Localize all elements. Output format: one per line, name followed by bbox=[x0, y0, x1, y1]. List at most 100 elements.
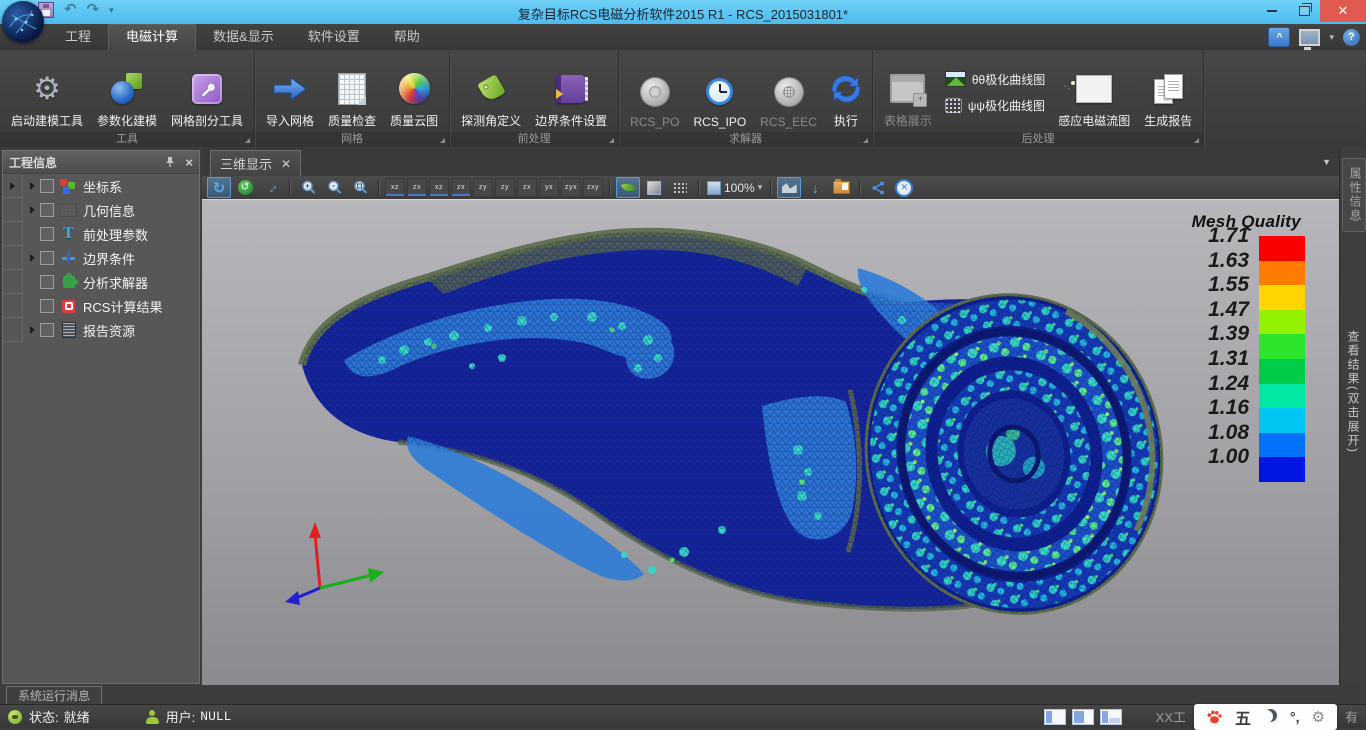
tree-item-coordinate-system[interactable]: 坐标系 bbox=[3, 174, 199, 198]
close-view-button[interactable]: ✕ bbox=[892, 177, 916, 198]
geometry-icon bbox=[60, 204, 77, 217]
app-logo[interactable] bbox=[2, 1, 44, 43]
group-label-preprocess[interactable]: 前处理 bbox=[450, 132, 618, 147]
group-label-postprocess[interactable]: 后处理 bbox=[873, 132, 1203, 147]
parametric-modeling-button[interactable]: 参数化建模 bbox=[90, 52, 164, 132]
3d-model-mesh bbox=[202, 200, 1339, 685]
display-dropdown-icon[interactable]: ▾ bbox=[1329, 32, 1334, 43]
pin-icon[interactable] bbox=[165, 156, 175, 168]
zoom-fit-icon bbox=[353, 180, 368, 195]
launch-modeling-tool-button[interactable]: ⚙ 启动建模工具 bbox=[4, 52, 90, 132]
sidebar-tab-view-results[interactable]: 查看结果(双击展开) bbox=[1345, 330, 1362, 454]
view-orientation-button[interactable]: zy bbox=[473, 178, 493, 197]
system-messages-tab[interactable]: 系统运行消息 bbox=[6, 686, 102, 705]
view-orientation-button[interactable]: zyx bbox=[561, 178, 581, 197]
tree-item-analysis-solver[interactable]: 分析求解器 bbox=[3, 270, 199, 294]
group-label-tools[interactable]: 工具 bbox=[0, 132, 254, 147]
viewport-3d[interactable]: Mesh Quality 1.711.63 1.551.47 1.391.31 … bbox=[202, 199, 1339, 685]
shaded-view-button[interactable] bbox=[642, 177, 666, 198]
snapshot-folder-button[interactable] bbox=[829, 177, 853, 198]
layout-left-panel-icon[interactable] bbox=[1044, 709, 1066, 725]
help-button[interactable]: ? bbox=[1343, 29, 1360, 46]
wireframe-button[interactable] bbox=[668, 177, 692, 198]
checkbox[interactable] bbox=[40, 299, 54, 313]
tree-item-geometry-info[interactable]: 几何信息 bbox=[3, 198, 199, 222]
ime-moon-icon[interactable] bbox=[1260, 710, 1273, 723]
sidebar-tab-properties[interactable]: 属性信息 bbox=[1342, 158, 1366, 232]
tab-em-computation[interactable]: 电磁计算 bbox=[108, 24, 196, 51]
checkbox[interactable] bbox=[40, 179, 54, 193]
view-orientation-button[interactable]: yx bbox=[539, 178, 559, 197]
layout-bottom-panel-icon[interactable] bbox=[1100, 709, 1122, 725]
quality-check-button[interactable]: 质量检查 bbox=[321, 52, 383, 132]
ime-settings-gear-icon[interactable]: ⚙ bbox=[1312, 708, 1325, 726]
view-orientation-button[interactable]: xz bbox=[385, 178, 405, 197]
chevron-right-icon[interactable] bbox=[10, 182, 15, 190]
share-button[interactable] bbox=[866, 177, 890, 198]
restore-button[interactable] bbox=[1288, 0, 1320, 22]
dot-grid-icon bbox=[673, 182, 687, 194]
checkbox[interactable] bbox=[40, 203, 54, 217]
view-orientation-button[interactable]: zx bbox=[407, 178, 427, 197]
chevron-right-icon[interactable] bbox=[30, 326, 35, 334]
clip-view-button[interactable] bbox=[777, 177, 801, 198]
tree-item-preprocess-params[interactable]: T 前处理参数 bbox=[3, 222, 199, 246]
zoom-in-button[interactable]: + bbox=[296, 177, 320, 198]
tab-data-display[interactable]: 数据&显示 bbox=[196, 24, 291, 50]
checkbox[interactable] bbox=[40, 251, 54, 265]
import-mesh-button[interactable]: 导入网格 bbox=[259, 52, 321, 132]
zoom-fit-button[interactable] bbox=[348, 177, 372, 198]
ime-punctuation[interactable]: °, bbox=[1290, 709, 1300, 725]
checkbox[interactable] bbox=[40, 275, 54, 289]
generate-report-button[interactable]: 生成报告 bbox=[1137, 52, 1199, 132]
tree-item-boundary-conditions[interactable]: 边界条件 bbox=[3, 246, 199, 270]
induced-current-map-button[interactable]: 感应电磁流图 bbox=[1051, 52, 1137, 132]
zoom-level-selector[interactable]: 100% ▾ bbox=[705, 177, 764, 198]
checkbox[interactable] bbox=[40, 323, 54, 337]
theta-polarization-chart-button[interactable]: θθ极化曲线图 bbox=[945, 71, 1045, 88]
tree-item-rcs-results[interactable]: RCS计算结果 bbox=[3, 294, 199, 318]
ime-mode[interactable]: 五 bbox=[1235, 705, 1251, 729]
chevron-right-icon[interactable] bbox=[30, 254, 35, 262]
view-orientation-button[interactable]: zy bbox=[495, 178, 515, 197]
boundary-condition-settings-button[interactable]: 边界条件设置 bbox=[528, 52, 614, 132]
view-orientation-button[interactable]: zx bbox=[451, 178, 471, 197]
tag-icon bbox=[477, 74, 506, 103]
layout-wide-panel-icon[interactable] bbox=[1072, 709, 1094, 725]
tree-item-report-resources[interactable]: 报告资源 bbox=[3, 318, 199, 342]
tab-help[interactable]: 帮助 bbox=[377, 24, 437, 50]
rcs-ipo-button[interactable]: RCS_IPO bbox=[686, 52, 753, 132]
ribbon-collapse-button[interactable]: ^ bbox=[1268, 27, 1290, 47]
mesh-partition-tool-button[interactable]: 网格剖分工具 bbox=[164, 52, 250, 132]
minimize-button[interactable] bbox=[1256, 0, 1288, 22]
tab-3d-display[interactable]: 三维显示 ✕ bbox=[210, 150, 301, 176]
group-label-solver[interactable]: 求解器 bbox=[619, 132, 872, 147]
smooth-shading-button[interactable] bbox=[616, 177, 640, 198]
probe-angle-define-button[interactable]: 探测角定义 bbox=[454, 52, 528, 132]
rcs-po-button: RCS_PO bbox=[623, 52, 686, 132]
chevron-right-icon[interactable] bbox=[30, 182, 35, 190]
group-label-mesh[interactable]: 网格 bbox=[255, 132, 449, 147]
close-button[interactable]: ✕ bbox=[1320, 0, 1366, 22]
panel-close-icon[interactable]: × bbox=[185, 155, 193, 170]
pan-button[interactable]: ↔ bbox=[259, 177, 283, 198]
view-orientation-button[interactable]: xz bbox=[429, 178, 449, 197]
checkbox[interactable] bbox=[40, 227, 54, 241]
export-down-button[interactable]: ↓ bbox=[803, 177, 827, 198]
quality-cloud-map-button[interactable]: 质量云图 bbox=[383, 52, 445, 132]
display-icon[interactable] bbox=[1299, 29, 1320, 46]
view-orientation-button[interactable]: zx bbox=[517, 178, 537, 197]
tab-close-icon[interactable]: ✕ bbox=[281, 157, 291, 171]
refresh-button[interactable]: ↺ bbox=[233, 177, 257, 198]
tab-list-dropdown-icon[interactable]: ▼ bbox=[1322, 157, 1331, 167]
ime-logo-paw-icon[interactable] bbox=[1206, 709, 1223, 725]
rcs-eec-button: RCS_EEC bbox=[753, 52, 824, 132]
rotate-button[interactable]: ↻ bbox=[207, 177, 231, 198]
tab-engineering[interactable]: 工程 bbox=[48, 24, 108, 50]
chevron-right-icon[interactable] bbox=[30, 206, 35, 214]
execute-button[interactable]: 执行 bbox=[824, 52, 868, 132]
tab-software-settings[interactable]: 软件设置 bbox=[291, 24, 377, 50]
view-orientation-button[interactable]: zxy bbox=[583, 178, 603, 197]
zoom-out-button[interactable]: - bbox=[322, 177, 346, 198]
psi-polarization-chart-button[interactable]: ψψ极化曲线图 bbox=[945, 97, 1045, 114]
